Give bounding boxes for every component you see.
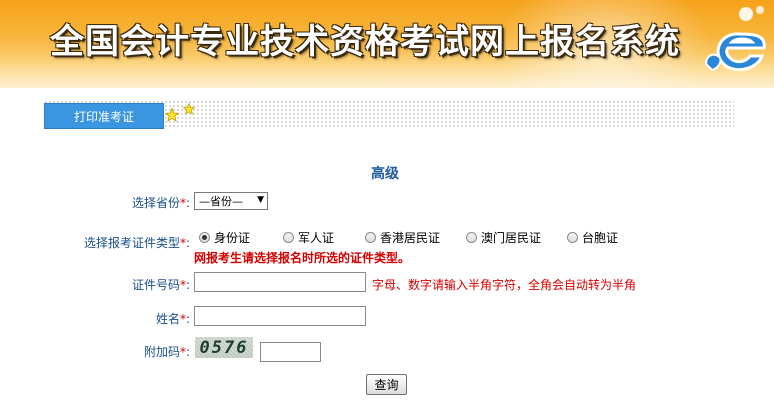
page: 全国会计专业技术资格考试网上报名系统 打印准考证 高级 选择省份*: —省份— …: [0, 0, 774, 419]
radio-id-card[interactable]: 身份证: [199, 229, 250, 246]
captcha-input[interactable]: [260, 342, 321, 362]
radio-macau-id[interactable]: 澳门居民证: [466, 229, 541, 246]
id-number-hint: 字母、数字请输入半角字符，全角会自动转为半角: [372, 278, 637, 292]
query-button[interactable]: 查询: [366, 374, 407, 395]
form-title: 高级: [371, 166, 399, 182]
star-icon: [183, 103, 195, 115]
id-type-warning: 网报考生请选择报名时所选的证件类型。: [194, 251, 411, 265]
radio-taiwan-id[interactable]: 台胞证: [567, 229, 618, 246]
radio-icon: [567, 232, 578, 243]
header-banner: 全国会计专业技术资格考试网上报名系统: [0, 0, 774, 88]
radio-military-id[interactable]: 军人证: [283, 229, 334, 246]
id-number-label: 证件号码*:: [131, 278, 190, 292]
captcha-label: 附加码*:: [143, 345, 190, 359]
radio-checked-icon: [199, 232, 210, 243]
radio-hongkong-id[interactable]: 香港居民证: [365, 229, 440, 246]
radio-icon: [283, 232, 294, 243]
id-type-label: 选择报考证件类型*:: [83, 236, 190, 250]
tab-print-admission-ticket[interactable]: 打印准考证: [44, 103, 164, 129]
id-number-input[interactable]: [194, 272, 366, 292]
radio-icon: [365, 232, 376, 243]
dropdown-arrow-icon: ▼: [257, 195, 264, 205]
province-label: 选择省份*:: [131, 196, 190, 210]
radio-icon: [466, 232, 477, 243]
captcha-image[interactable]: 0576: [195, 337, 253, 358]
star-icon: [165, 108, 179, 122]
site-title: 全国会计专业技术资格考试网上报名系统: [50, 22, 680, 62]
province-select-value: —省份—: [199, 195, 243, 208]
province-select[interactable]: —省份— ▼: [194, 192, 268, 210]
name-label: 姓名*:: [155, 312, 190, 326]
e-logo-icon: [704, 6, 766, 72]
name-input[interactable]: [194, 306, 366, 326]
